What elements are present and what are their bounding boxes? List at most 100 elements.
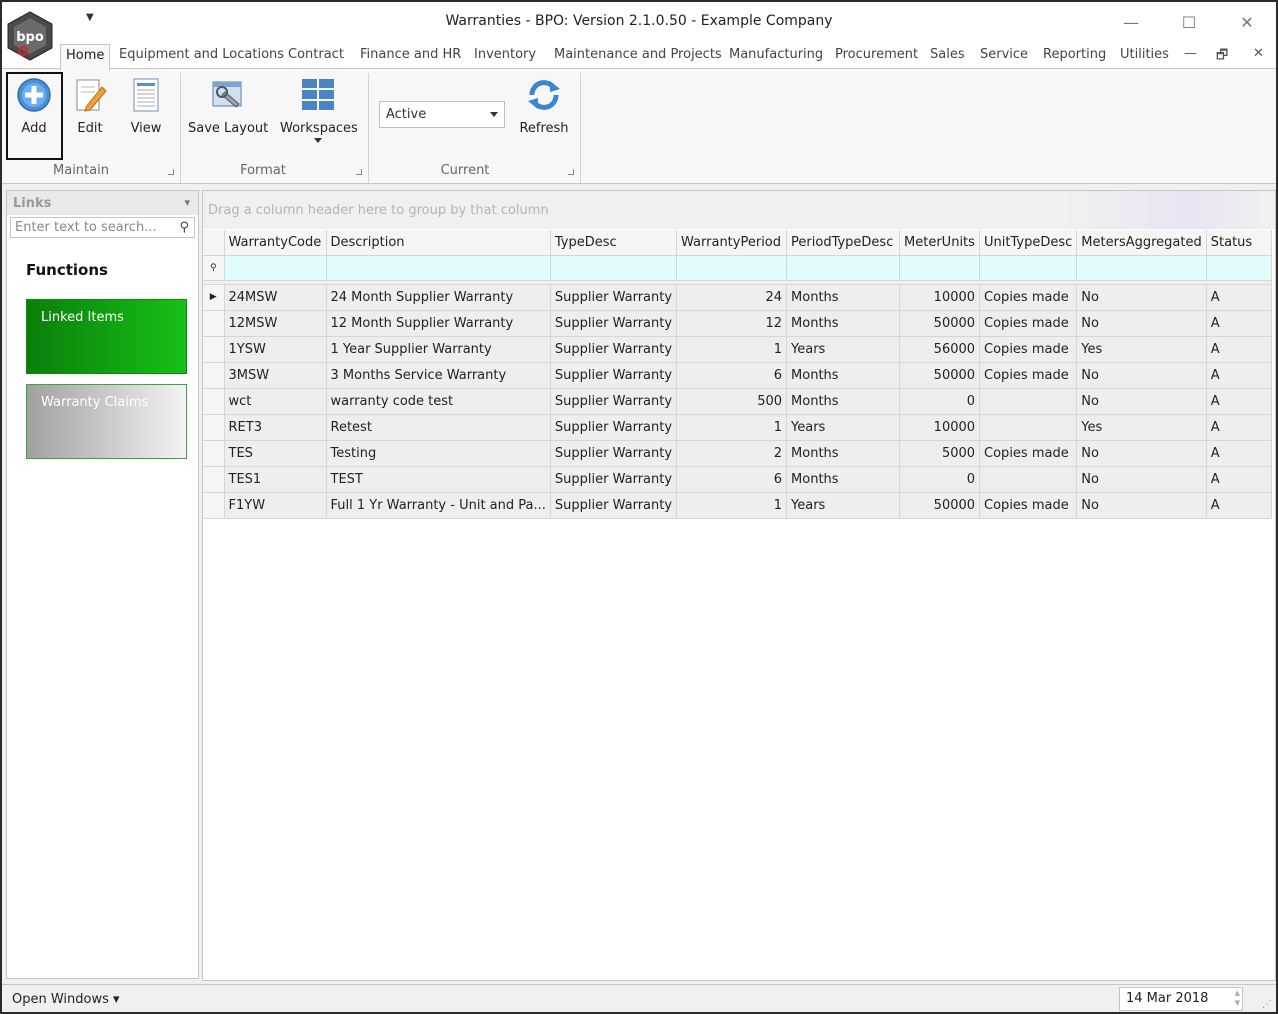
table-cell[interactable]: warranty code test bbox=[326, 388, 551, 415]
table-cell[interactable]: 10000 bbox=[899, 414, 981, 441]
table-cell[interactable]: TES bbox=[224, 440, 327, 467]
table-cell[interactable]: 12 bbox=[676, 310, 788, 337]
table-cell[interactable]: 1YSW bbox=[224, 336, 327, 363]
format-launcher-icon[interactable] bbox=[356, 169, 362, 175]
table-row[interactable]: 3MSW 3 Months Service Warranty Supplier Wa… bbox=[203, 362, 1272, 389]
table-row[interactable]: RET3 Retest Supplier Warranty 1 Years 10000 Ye… bbox=[203, 414, 1272, 441]
filter-cell[interactable] bbox=[676, 255, 788, 281]
table-cell[interactable]: A bbox=[1206, 492, 1272, 519]
table-row[interactable]: F1YW Full 1 Yr Warranty - Unit and Pa... S… bbox=[203, 492, 1272, 519]
table-cell[interactable]: TES1 bbox=[224, 466, 327, 493]
date-spinner-icon[interactable]: ▲ ▼ bbox=[1235, 988, 1240, 1008]
maintain-launcher-icon[interactable] bbox=[168, 169, 174, 175]
table-cell[interactable]: Years bbox=[786, 336, 901, 363]
table-cell[interactable]: Retest bbox=[326, 414, 551, 441]
row-indicator[interactable] bbox=[203, 466, 225, 493]
table-cell[interactable]: 24MSW bbox=[224, 284, 327, 311]
column-header-unittypedesc[interactable]: UnitTypeDesc bbox=[979, 230, 1078, 256]
column-header-metersaggregated[interactable]: MetersAggregated bbox=[1076, 230, 1207, 256]
tab-contract[interactable]: Contract bbox=[288, 47, 344, 62]
table-row[interactable]: TES Testing Supplier Warranty 2 Months 5000 Co… bbox=[203, 440, 1272, 467]
table-cell[interactable]: A bbox=[1206, 362, 1272, 389]
table-cell[interactable]: TEST bbox=[326, 466, 551, 493]
tab-inventory[interactable]: Inventory bbox=[474, 47, 536, 62]
table-cell[interactable]: Copies made bbox=[979, 440, 1078, 467]
table-cell[interactable]: 24 Month Supplier Warranty bbox=[326, 284, 551, 311]
table-cell[interactable]: Yes bbox=[1076, 336, 1207, 363]
table-cell[interactable]: Supplier Warranty bbox=[550, 466, 678, 493]
tab-reporting[interactable]: Reporting bbox=[1043, 47, 1106, 62]
table-cell[interactable]: Supplier Warranty bbox=[550, 284, 678, 311]
table-cell[interactable]: 5000 bbox=[899, 440, 981, 467]
date-field[interactable]: 14 Mar 2018 ▲ ▼ bbox=[1119, 987, 1243, 1011]
row-indicator[interactable] bbox=[203, 492, 225, 519]
column-header-warrantyperiod[interactable]: WarrantyPeriod bbox=[676, 230, 788, 256]
table-cell[interactable]: A bbox=[1206, 466, 1272, 493]
bpo-logo[interactable]: bpo bbox=[4, 10, 56, 62]
table-cell[interactable]: No bbox=[1076, 492, 1207, 519]
filter-cell[interactable] bbox=[326, 255, 551, 281]
tab-equipment-and-locations[interactable]: Equipment and Locations bbox=[119, 47, 284, 62]
pin-icon[interactable]: ▾ bbox=[184, 196, 190, 209]
table-cell[interactable]: 1 bbox=[676, 492, 788, 519]
filter-cell[interactable] bbox=[979, 255, 1078, 281]
table-cell[interactable] bbox=[979, 466, 1078, 493]
table-cell[interactable]: A bbox=[1206, 284, 1272, 311]
tab-finance-and-hr[interactable]: Finance and HR bbox=[360, 47, 461, 62]
table-cell[interactable]: Supplier Warranty bbox=[550, 388, 678, 415]
column-header-meterunits[interactable]: MeterUnits bbox=[899, 230, 981, 256]
table-cell[interactable]: F1YW bbox=[224, 492, 327, 519]
tab-utilities[interactable]: Utilities bbox=[1120, 47, 1169, 62]
tab-home[interactable]: Home bbox=[60, 44, 111, 70]
table-cell[interactable]: 1 Year Supplier Warranty bbox=[326, 336, 551, 363]
table-cell[interactable]: Supplier Warranty bbox=[550, 492, 678, 519]
table-cell[interactable]: Copies made bbox=[979, 310, 1078, 337]
tab-procurement[interactable]: Procurement bbox=[835, 47, 918, 62]
row-indicator[interactable] bbox=[203, 388, 225, 415]
add-button[interactable]: Add bbox=[12, 77, 56, 136]
linked-items-tile[interactable]: Linked Items bbox=[26, 299, 187, 374]
table-cell[interactable]: Months bbox=[786, 362, 901, 389]
filter-cell[interactable] bbox=[550, 255, 678, 281]
table-cell[interactable]: Months bbox=[786, 284, 901, 311]
table-row[interactable]: 12MSW 12 Month Supplier Warranty Supplier … bbox=[203, 310, 1272, 337]
table-cell[interactable]: 3 Months Service Warranty bbox=[326, 362, 551, 389]
row-indicator[interactable] bbox=[203, 414, 225, 441]
filter-cell[interactable] bbox=[786, 255, 901, 281]
table-cell[interactable] bbox=[979, 414, 1078, 441]
table-cell[interactable]: Years bbox=[786, 414, 901, 441]
table-cell[interactable]: 3MSW bbox=[224, 362, 327, 389]
table-cell[interactable]: Full 1 Yr Warranty - Unit and Pa... bbox=[326, 492, 551, 519]
table-row[interactable]: wct warranty code test Supplier Warranty 50… bbox=[203, 388, 1272, 415]
save-layout-button[interactable]: Save Layout bbox=[188, 77, 268, 136]
view-button[interactable]: View bbox=[124, 77, 168, 136]
row-indicator[interactable] bbox=[203, 362, 225, 389]
table-cell[interactable]: Months bbox=[786, 310, 901, 337]
table-cell[interactable]: No bbox=[1076, 440, 1207, 467]
table-cell[interactable]: 1 bbox=[676, 414, 788, 441]
mdi-close-button[interactable]: ✕ bbox=[1253, 46, 1264, 61]
table-row[interactable]: TES1 TEST Supplier Warranty 6 Months 0 No A bbox=[203, 466, 1272, 493]
group-by-panel[interactable]: Drag a column header here to group by th… bbox=[203, 191, 1275, 229]
close-button[interactable]: ✕ bbox=[1233, 8, 1261, 36]
tab-sales[interactable]: Sales bbox=[930, 47, 965, 62]
row-indicator[interactable] bbox=[203, 336, 225, 363]
table-cell[interactable]: Testing bbox=[326, 440, 551, 467]
current-row-indicator-icon[interactable]: ▶ bbox=[203, 284, 225, 311]
table-cell[interactable]: 50000 bbox=[899, 492, 981, 519]
table-cell[interactable]: A bbox=[1206, 440, 1272, 467]
table-cell[interactable]: Copies made bbox=[979, 492, 1078, 519]
workspaces-button[interactable]: Workspaces bbox=[280, 77, 358, 144]
current-launcher-icon[interactable] bbox=[568, 169, 574, 175]
table-cell[interactable]: Yes bbox=[1076, 414, 1207, 441]
table-cell[interactable]: Supplier Warranty bbox=[550, 440, 678, 467]
table-cell[interactable]: No bbox=[1076, 388, 1207, 415]
table-cell[interactable]: No bbox=[1076, 310, 1207, 337]
tab-maintenance-and-projects[interactable]: Maintenance and Projects bbox=[554, 47, 722, 62]
row-indicator[interactable] bbox=[203, 310, 225, 337]
table-cell[interactable]: 10000 bbox=[899, 284, 981, 311]
table-cell[interactable]: 12MSW bbox=[224, 310, 327, 337]
table-cell[interactable]: 56000 bbox=[899, 336, 981, 363]
table-cell[interactable]: 24 bbox=[676, 284, 788, 311]
table-cell[interactable]: Supplier Warranty bbox=[550, 362, 678, 389]
